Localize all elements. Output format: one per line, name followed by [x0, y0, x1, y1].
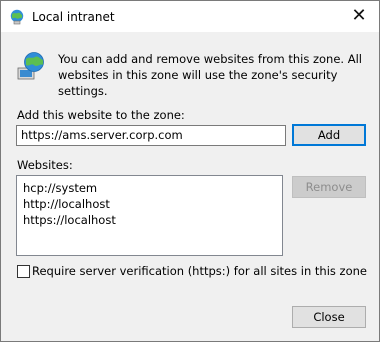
- window-title: Local intranet: [32, 10, 115, 24]
- websites-label: Websites:: [17, 158, 73, 172]
- require-verification-label[interactable]: Require server verification (https:) for…: [32, 264, 367, 278]
- add-website-label: Add this website to the zone:: [17, 108, 185, 122]
- add-button[interactable]: Add: [292, 124, 366, 146]
- list-item[interactable]: http://localhost: [23, 196, 110, 212]
- list-item[interactable]: hcp://system: [23, 180, 97, 196]
- globe-network-icon: [10, 9, 24, 25]
- close-button[interactable]: Close: [292, 306, 366, 328]
- dialog-window: Local intranet ✕ You can add and remove …: [0, 0, 380, 342]
- title-bar[interactable]: Local intranet ✕: [1, 1, 379, 32]
- close-icon[interactable]: ✕: [347, 5, 371, 27]
- website-url-input[interactable]: https://ams.server.corp.com: [16, 125, 286, 146]
- globe-computer-icon: [17, 52, 44, 80]
- websites-list[interactable]: hcp://system http://localhost https://lo…: [16, 175, 283, 256]
- remove-button[interactable]: Remove: [292, 176, 366, 198]
- require-verification-checkbox[interactable]: [17, 265, 30, 278]
- list-item[interactable]: https://localhost: [23, 212, 116, 228]
- zone-description: You can add and remove websites from thi…: [58, 52, 362, 98]
